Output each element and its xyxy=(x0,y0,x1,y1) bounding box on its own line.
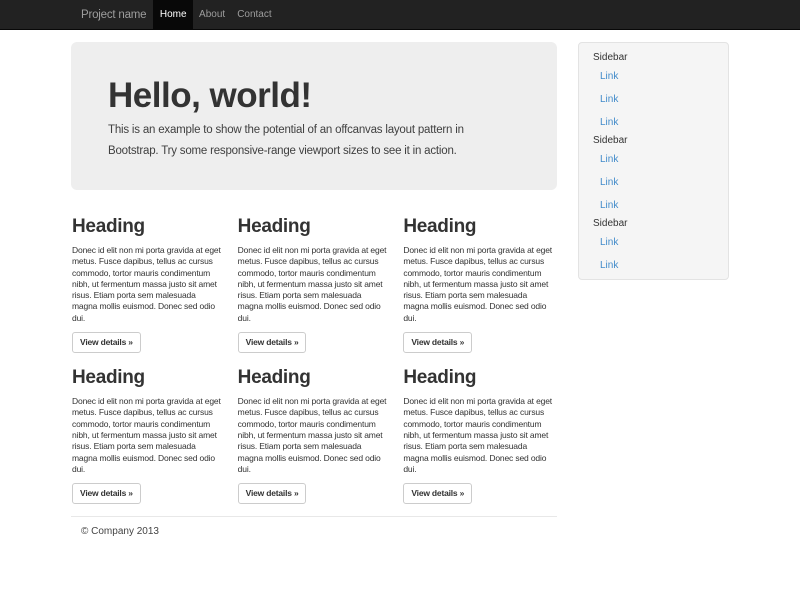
sidebar-group-label: Sidebar xyxy=(579,134,728,148)
view-details-button[interactable]: View details » xyxy=(72,332,141,353)
view-details-button[interactable]: View details » xyxy=(403,332,472,353)
view-details-button[interactable]: View details » xyxy=(403,483,472,504)
nav-item-about[interactable]: About xyxy=(193,0,231,30)
view-details-button[interactable]: View details » xyxy=(238,332,307,353)
page-container: Hello, world! This is an example to show… xyxy=(71,42,729,537)
sidebar-link-list: Link Link Link xyxy=(579,65,728,134)
footer-divider xyxy=(71,516,557,517)
sidebar-group-label: Sidebar xyxy=(579,51,728,65)
sidebar-link[interactable]: Link xyxy=(579,194,728,217)
jumbotron: Hello, world! This is an example to show… xyxy=(71,42,557,190)
sidebar-group: Sidebar Link Link Link xyxy=(579,134,728,217)
sidebar-link[interactable]: Link xyxy=(579,148,728,171)
sidebar-group: Sidebar Link Link Link xyxy=(579,51,728,134)
card-body: Donec id elit non mi porta gravida at eg… xyxy=(403,245,557,324)
content-card: Heading Donec id elit non mi porta gravi… xyxy=(72,366,226,504)
copyright-text: © Company 2013 xyxy=(71,526,557,537)
navbar: Project name Home About Contact xyxy=(0,0,800,30)
sidebar-link[interactable]: Link xyxy=(579,88,728,111)
sidebar: Sidebar Link Link Link Sidebar Link Link… xyxy=(578,42,729,537)
nav-item-home[interactable]: Home xyxy=(153,0,193,30)
sidebar-link[interactable]: Link xyxy=(579,65,728,88)
navbar-container: Project name Home About Contact xyxy=(71,0,729,30)
brand-link[interactable]: Project name xyxy=(71,0,153,30)
content-card: Heading Donec id elit non mi porta gravi… xyxy=(72,215,226,353)
card-heading: Heading xyxy=(238,215,392,239)
content-card: Heading Donec id elit non mi porta gravi… xyxy=(238,366,392,504)
card-heading: Heading xyxy=(403,215,557,239)
card-body: Donec id elit non mi porta gravida at eg… xyxy=(238,396,392,475)
content-card: Heading Donec id elit non mi porta gravi… xyxy=(403,366,557,504)
sidebar-link[interactable]: Link xyxy=(579,111,728,134)
sidebar-panel: Sidebar Link Link Link Sidebar Link Link… xyxy=(578,42,729,280)
sidebar-link[interactable]: Link xyxy=(579,171,728,194)
content-card: Heading Donec id elit non mi porta gravi… xyxy=(403,215,557,353)
sidebar-link[interactable]: Link xyxy=(579,231,728,254)
view-details-button[interactable]: View details » xyxy=(72,483,141,504)
sidebar-group-label: Sidebar xyxy=(579,217,728,231)
view-details-button[interactable]: View details » xyxy=(238,483,307,504)
card-heading: Heading xyxy=(403,366,557,390)
card-heading: Heading xyxy=(238,366,392,390)
nav-item-contact[interactable]: Contact xyxy=(231,0,277,30)
content-card: Heading Donec id elit non mi porta gravi… xyxy=(238,215,392,353)
navbar-menu: Home About Contact xyxy=(153,0,277,30)
main-row: Hello, world! This is an example to show… xyxy=(71,42,729,537)
card-body: Donec id elit non mi porta gravida at eg… xyxy=(72,396,226,475)
sidebar-group: Sidebar Link Link xyxy=(579,217,728,277)
sidebar-link-list: Link Link Link xyxy=(579,148,728,217)
cards-row-2: Heading Donec id elit non mi porta gravi… xyxy=(71,366,557,504)
page-title: Hello, world! xyxy=(108,74,520,118)
card-heading: Heading xyxy=(72,366,226,390)
card-body: Donec id elit non mi porta gravida at eg… xyxy=(238,245,392,324)
card-body: Donec id elit non mi porta gravida at eg… xyxy=(72,245,226,324)
card-heading: Heading xyxy=(72,215,226,239)
sidebar-link[interactable]: Link xyxy=(579,254,728,277)
main-content: Hello, world! This is an example to show… xyxy=(71,42,557,537)
sidebar-link-list: Link Link xyxy=(579,231,728,277)
cards-row-1: Heading Donec id elit non mi porta gravi… xyxy=(71,215,557,353)
card-body: Donec id elit non mi porta gravida at eg… xyxy=(403,396,557,475)
jumbotron-subtitle: This is an example to show the potential… xyxy=(108,120,520,162)
